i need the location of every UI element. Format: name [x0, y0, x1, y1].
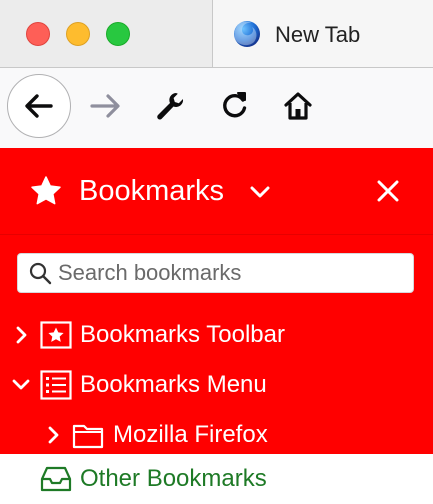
- search-input[interactable]: [58, 258, 403, 288]
- chevron-down-icon[interactable]: [248, 180, 272, 204]
- tree-item-bookmarks-menu[interactable]: Bookmarks Menu: [0, 360, 433, 410]
- reload-button[interactable]: [214, 86, 254, 126]
- tree-item-label: Bookmarks Menu: [80, 371, 267, 398]
- close-window-button[interactable]: [26, 22, 50, 46]
- tree-item-mozilla-firefox[interactable]: Mozilla Firefox: [0, 410, 433, 460]
- tree-item-label: Other Bookmarks: [80, 465, 267, 492]
- zoom-window-button[interactable]: [106, 22, 130, 46]
- other-bookmarks-icon: [40, 466, 72, 492]
- forward-arrow-icon: [90, 94, 120, 118]
- chevron-right-icon[interactable]: [44, 425, 64, 445]
- tree-item-label: Bookmarks Toolbar: [80, 321, 285, 348]
- sidebar-title[interactable]: Bookmarks: [79, 174, 224, 208]
- home-button[interactable]: [278, 86, 318, 126]
- tools-button[interactable]: [150, 86, 190, 126]
- tree-item-label: Mozilla Firefox: [113, 421, 268, 448]
- bookmarks-menu-icon: [40, 370, 72, 400]
- sidebar-header: Bookmarks: [0, 148, 433, 234]
- bookmarks-toolbar-icon: [40, 321, 72, 349]
- tab-title: New Tab: [275, 22, 361, 47]
- tab-new-tab[interactable]: New Tab: [212, 0, 433, 67]
- minimize-window-button[interactable]: [66, 22, 90, 46]
- folder-icon: [72, 424, 104, 449]
- home-icon: [284, 92, 312, 120]
- wrench-icon: [157, 93, 184, 120]
- chevron-down-icon[interactable]: [11, 375, 31, 395]
- nav-toolbar: [0, 68, 433, 148]
- tree-item-bookmarks-toolbar[interactable]: Bookmarks Toolbar: [0, 310, 433, 360]
- reload-icon: [223, 92, 247, 118]
- close-icon[interactable]: [374, 177, 402, 205]
- title-bar: New Tab: [0, 0, 433, 68]
- chevron-right-icon[interactable]: [12, 325, 32, 345]
- sidebar-divider: [0, 234, 433, 235]
- back-arrow-icon: [25, 94, 53, 118]
- forward-button[interactable]: [86, 86, 126, 126]
- bookmarks-sidebar: Bookmarks Bookmarks Toolbar: [0, 148, 433, 504]
- firefox-logo-icon: [234, 21, 260, 47]
- search-icon: [29, 262, 52, 285]
- tree-item-other-bookmarks[interactable]: Other Bookmarks: [0, 454, 433, 504]
- back-button[interactable]: [7, 74, 71, 138]
- star-icon: [31, 176, 61, 205]
- search-box[interactable]: [17, 253, 414, 293]
